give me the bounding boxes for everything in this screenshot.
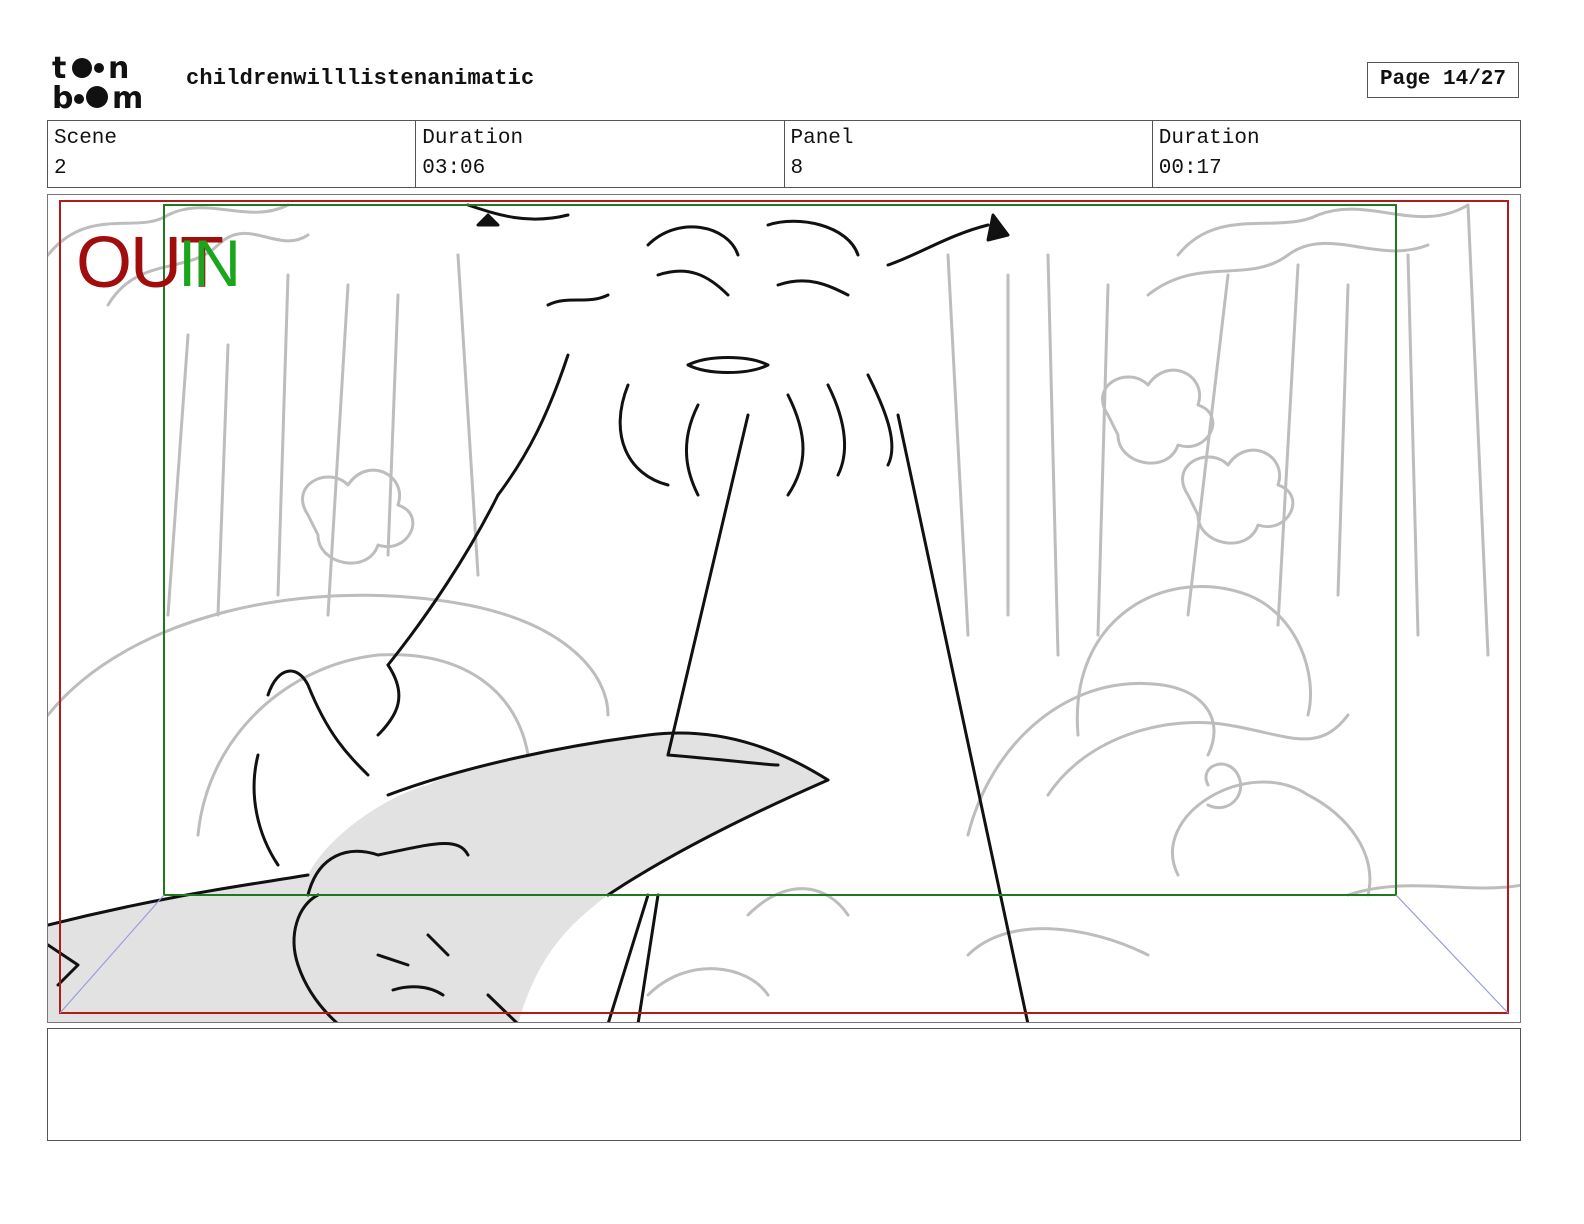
document-title: childrenwilllistenanimatic <box>186 66 535 91</box>
svg-text:b: b <box>52 81 73 112</box>
camera-guide-right <box>1395 894 1509 1014</box>
panel-cell: Panel 8 <box>785 121 1153 187</box>
panel-notes-box <box>47 1028 1521 1141</box>
panel-info-row: Scene 2 Duration 03:06 Panel 8 Duration … <box>47 120 1521 188</box>
panel-duration-value: 00:17 <box>1158 157 1222 180</box>
panel-duration-cell: Duration 00:17 <box>1153 121 1520 187</box>
background-forest-sketch <box>48 203 1520 997</box>
page-indicator: Page 14/27 <box>1367 62 1519 98</box>
scene-value: 2 <box>54 157 67 180</box>
panel-label: Panel <box>790 127 854 150</box>
panel-sketch <box>48 200 1520 1022</box>
scene-duration-cell: Duration 03:06 <box>416 121 785 187</box>
in-frame-label: IN <box>178 226 241 300</box>
svg-text:m: m <box>112 81 143 112</box>
panel-duration-label: Duration <box>1158 127 1260 150</box>
storyboard-panel: OUT IN <box>47 194 1521 1023</box>
scene-duration-value: 03:06 <box>422 157 486 180</box>
scene-label: Scene <box>54 127 118 150</box>
scene-cell: Scene 2 <box>48 121 417 187</box>
panel-value: 8 <box>790 157 804 180</box>
scene-duration-label: Duration <box>422 127 524 150</box>
toon-boom-logo: t n b m <box>52 51 164 116</box>
